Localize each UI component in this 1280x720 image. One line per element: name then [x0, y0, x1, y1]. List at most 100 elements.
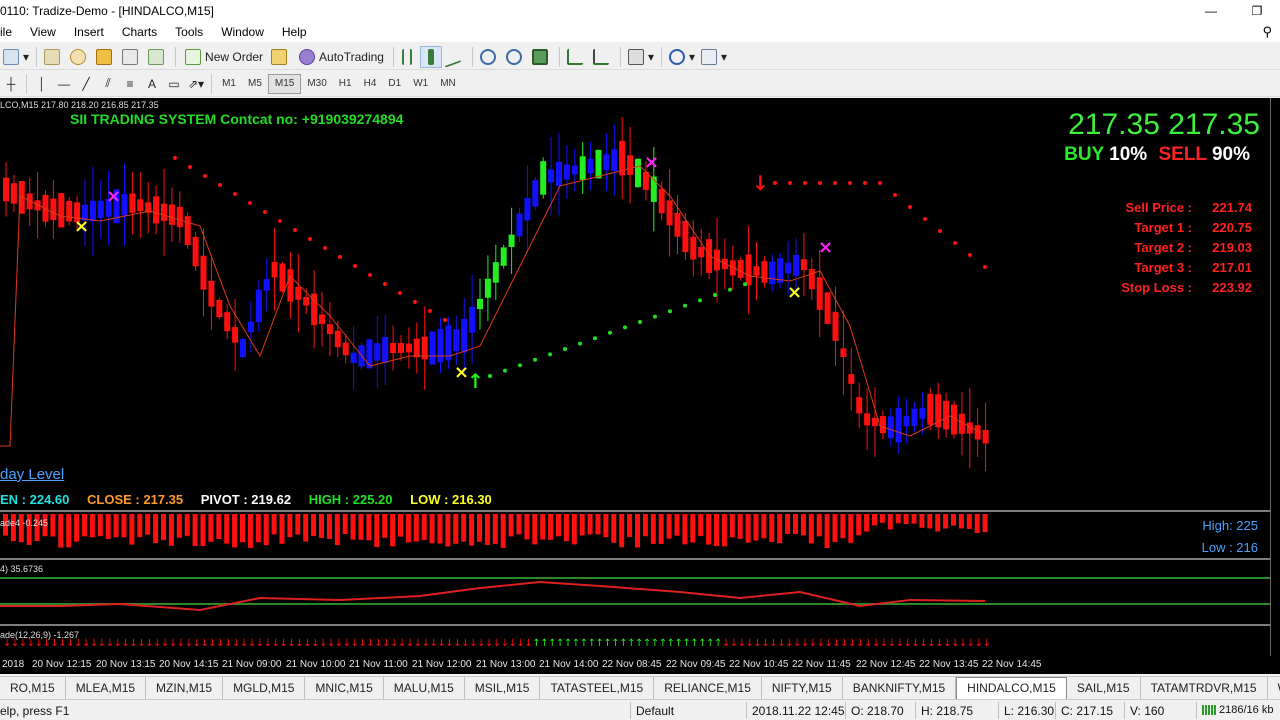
candle-body [374, 343, 381, 361]
terminal-icon[interactable] [119, 46, 145, 68]
chart-tab[interactable]: MLEA,M15 [66, 676, 147, 699]
timeframe-m1[interactable]: M1 [216, 74, 242, 94]
navigator-icon[interactable] [93, 46, 119, 68]
arrows-icon[interactable]: ⇗▾ [185, 73, 207, 95]
price-scale[interactable] [1270, 98, 1280, 656]
indicators-icon[interactable]: ▾ [625, 46, 657, 68]
standard-toolbar: ▾ New Order AutoTrading ▾ ▾ ▾ [0, 44, 1280, 70]
chart-tab[interactable]: MZIN,M15 [146, 676, 224, 699]
histogram-bar [200, 514, 206, 547]
chart-tab[interactable]: TATASTEEL,M15 [540, 676, 655, 699]
histogram-bar [879, 514, 885, 523]
chart-shift-icon[interactable] [590, 46, 616, 68]
histogram-bar [303, 514, 309, 542]
menu-item-4[interactable]: Tools [166, 25, 212, 39]
candle-body [240, 338, 246, 358]
trendline-icon[interactable]: ╱ [75, 73, 97, 95]
menu-item-1[interactable]: View [21, 25, 65, 39]
text-label-icon[interactable]: ▭ [163, 73, 185, 95]
toolbar-separator [36, 46, 38, 67]
chart-area[interactable]: ↓ ↓ ↓ ↓ ↓ ↓ ↓ ↓ ↓ ↓ ↓ ↓ ↓ ↓ ↓ ↓ ↓ ↓ ↓ ↓ ↓ ↓ ↓ ↓ ↓ ↓ ↓ ↓ ↓ ↓ ↓ ↓ ↓ ↓ ↓ ↓ ↓ ↓ ↓ ↓… [0, 98, 1270, 656]
candle-body [334, 330, 341, 348]
new-chart-icon[interactable]: ▾ [0, 46, 32, 68]
time-label: 22 Nov 11:45 [792, 659, 851, 670]
chart-tab[interactable]: NIFTY,M15 [762, 676, 843, 699]
minimize-button[interactable]: — [1188, 0, 1234, 22]
day-open: EN : 224.60 [0, 492, 70, 507]
tile-windows-icon[interactable] [529, 46, 555, 68]
price-chart[interactable]: ↓ ↓ ↓ ↓ ↓ ↓ ↓ ↓ ↓ ↓ ↓ ↓ ↓ ↓ ↓ ↓ ↓ ↓ ↓ ↓ ↓ ↓ ↓ ↓ ↓ ↓ ↓ ↓ ↓ ↓ ↓ ↓ ↓ ↓ ↓ ↓ ↓ ↓ ↓ ↓… [0, 98, 1270, 656]
chart-tab[interactable]: RO,M15 [0, 676, 66, 699]
sar-dot [818, 181, 822, 185]
metaeditor-icon[interactable] [268, 46, 294, 68]
timeframe-h1[interactable]: H1 [333, 74, 358, 94]
status-divider [746, 702, 747, 719]
profiles-icon[interactable] [41, 46, 67, 68]
histogram-bar [113, 514, 119, 538]
autotrading-label: AutoTrading [319, 49, 384, 64]
timeframe-h4[interactable]: H4 [358, 74, 383, 94]
vertical-line-icon[interactable]: │ [31, 73, 53, 95]
sar-dot [878, 181, 882, 185]
histogram-bar [137, 514, 143, 538]
histogram-bar [524, 514, 530, 540]
sar-dot [953, 241, 957, 245]
crosshair-nav-icon[interactable] [67, 46, 93, 68]
candle-body [761, 261, 768, 283]
tester-icon[interactable] [145, 46, 171, 68]
chart-tab[interactable]: WIPRO,M [1268, 677, 1280, 699]
timeframe-m30[interactable]: M30 [301, 74, 332, 94]
line-chart-icon[interactable] [442, 45, 468, 68]
candle-body [800, 259, 807, 271]
histogram-bar [437, 514, 443, 544]
restore-button[interactable]: ❐ [1234, 0, 1280, 22]
sar-dot [983, 265, 987, 269]
candle-body [350, 352, 357, 364]
candle-chart-icon[interactable] [419, 45, 442, 68]
menu-item-0[interactable]: ile [0, 25, 21, 39]
chart-tab[interactable]: HINDALCO,M15 [956, 676, 1067, 699]
periods-icon[interactable]: ▾ [666, 46, 698, 68]
zoom-out-icon[interactable] [503, 46, 529, 68]
trade-level-label: Target 3 : [1134, 260, 1192, 275]
timeframe-d1[interactable]: D1 [382, 74, 407, 94]
timeframe-mn[interactable]: MN [434, 74, 462, 94]
templates-icon[interactable]: ▾ [698, 46, 730, 68]
chart-tab[interactable]: MALU,M15 [384, 676, 465, 699]
channel-icon[interactable]: ⫽ [97, 73, 119, 95]
timeframe-m15[interactable]: M15 [267, 73, 302, 94]
histogram-bar [611, 514, 617, 543]
chart-tab[interactable]: MNIC,M15 [305, 676, 384, 699]
histogram-bar [500, 514, 506, 548]
trade-level-label: Sell Price : [1125, 200, 1192, 215]
menu-item-3[interactable]: Charts [113, 25, 166, 39]
horizontal-line-icon[interactable]: — [53, 73, 75, 95]
menu-item-2[interactable]: Insert [65, 25, 113, 39]
fibonacci-icon[interactable]: ≡ [119, 73, 141, 95]
new-order-button[interactable]: New Order [180, 46, 268, 68]
trade-level-value: 220.75 [1212, 220, 1252, 235]
candle-body [445, 325, 452, 361]
menu-item-5[interactable]: Window [212, 25, 273, 39]
chart-tab[interactable]: MGLD,M15 [223, 676, 306, 699]
candle-body [927, 393, 934, 425]
chart-tab[interactable]: TATAMTRDVR,M15 [1141, 676, 1268, 699]
auto-scroll-icon[interactable] [564, 46, 590, 68]
histogram-bar [690, 514, 696, 543]
menu-item-6[interactable]: Help [273, 25, 316, 39]
bar-chart-icon[interactable] [398, 46, 420, 68]
candle-body [484, 278, 491, 298]
text-tool-icon[interactable]: A [141, 73, 163, 95]
crosshair-icon[interactable]: ┼ [0, 73, 22, 95]
status-divider [1124, 702, 1125, 719]
histogram-bar [287, 514, 293, 538]
chart-tab[interactable]: MSIL,M15 [465, 676, 541, 699]
timeframe-w1[interactable]: W1 [407, 74, 434, 94]
chart-tab[interactable]: SAIL,M15 [1067, 676, 1141, 699]
chart-tab[interactable]: RELIANCE,M15 [654, 676, 762, 699]
autotrading-button[interactable]: AutoTrading [294, 46, 389, 68]
chart-tab[interactable]: BANKNIFTY,M15 [843, 676, 957, 699]
timeframe-m5[interactable]: M5 [242, 74, 268, 94]
search-icon[interactable]: ⚲ [1262, 24, 1272, 40]
zoom-in-icon[interactable] [477, 46, 503, 68]
